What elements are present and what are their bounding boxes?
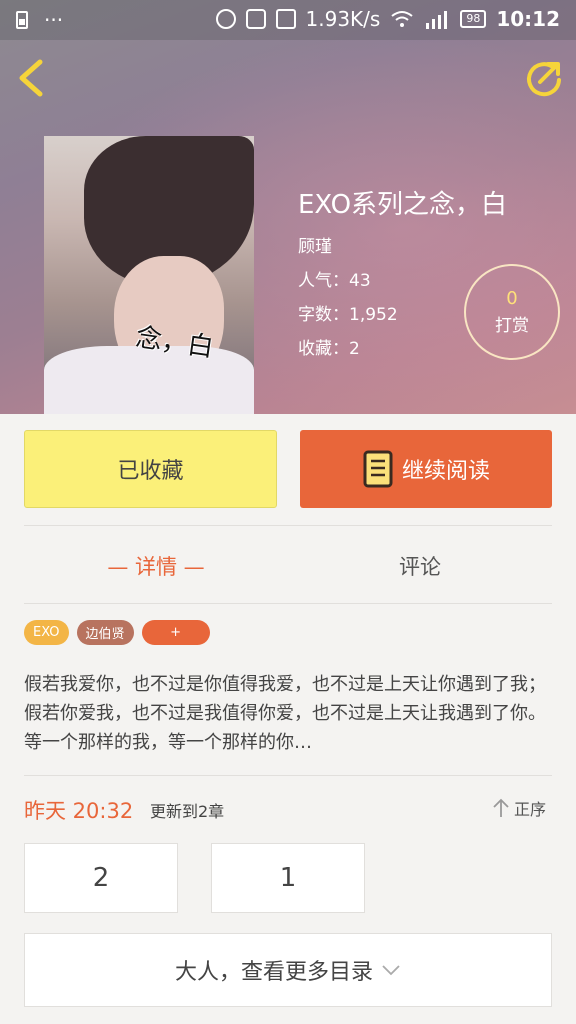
popularity-stat: 人气：43 — [298, 271, 371, 291]
share-button[interactable] — [524, 58, 564, 98]
battery-icon: 98 — [460, 10, 487, 28]
update-date: 昨天 20:32 — [24, 799, 134, 823]
update-info: 更新到2章 — [150, 802, 225, 821]
nfc-icon — [215, 9, 236, 29]
book-title: EXO系列之念，白 — [298, 190, 508, 220]
continue-reading-button[interactable]: 继续阅读 — [300, 430, 552, 508]
tab-comments[interactable]: 评论 — [288, 546, 552, 586]
arrow-up-icon — [493, 798, 509, 817]
collected-button[interactable]: 已收藏 — [24, 430, 277, 508]
divider — [24, 525, 552, 526]
book-icon — [363, 450, 393, 488]
clock: 10:12 — [496, 7, 560, 31]
share-icon — [527, 62, 561, 97]
more-chapters-label: 大人，查看更多目录 — [174, 960, 373, 985]
back-button[interactable] — [14, 58, 50, 98]
tag-exo[interactable]: EXO — [24, 620, 69, 645]
divider — [24, 775, 552, 776]
tag-baekhyun[interactable]: 边伯贤 — [76, 620, 134, 645]
signal-icon — [426, 11, 448, 29]
collected-label: 已收藏 — [117, 459, 184, 484]
chevron-left-icon — [19, 59, 43, 97]
network-speed: 1.93K/s — [305, 7, 381, 31]
tag-list: EXO 边伯贤 + — [24, 620, 210, 645]
book-cover[interactable]: 念，白 — [44, 136, 254, 414]
add-tag-button[interactable]: + — [141, 620, 210, 645]
continue-reading-label: 继续阅读 — [401, 459, 490, 484]
wifi-icon — [391, 11, 413, 27]
lock-icon — [275, 9, 296, 29]
sim-icon — [16, 11, 28, 29]
chapter-item[interactable]: 1 — [211, 843, 365, 913]
divider — [24, 603, 552, 604]
tip-label: 打赏 — [495, 316, 529, 336]
touch-icon — [245, 9, 266, 29]
tip-count: 0 — [506, 288, 518, 309]
book-header: ··· 1.93K/s 98 10:12 念，白 EXO系列之念，白 顾瑾 人气… — [0, 0, 576, 414]
more-dots: ··· — [44, 8, 64, 32]
chevron-down-icon — [382, 965, 400, 976]
tab-details[interactable]: — 详情 — — [24, 546, 288, 586]
more-chapters-button[interactable]: 大人，查看更多目录 — [24, 933, 552, 1007]
favorites-stat: 收藏：2 — [298, 339, 360, 359]
sort-label: 正序 — [514, 800, 547, 819]
book-author[interactable]: 顾瑾 — [298, 232, 332, 257]
book-summary[interactable]: 假若我爱你，也不过是你值得我爱，也不过是上天让你遇到了我；假若你爱我，也不过是我… — [24, 670, 554, 757]
chapter-item[interactable]: 2 — [24, 843, 178, 913]
tip-button[interactable]: 0 打赏 — [464, 264, 560, 360]
sort-button[interactable]: 正序 — [492, 796, 546, 820]
status-bar: ··· 1.93K/s 98 10:12 — [0, 0, 576, 40]
word-count-stat: 字数：1,952 — [298, 305, 398, 325]
